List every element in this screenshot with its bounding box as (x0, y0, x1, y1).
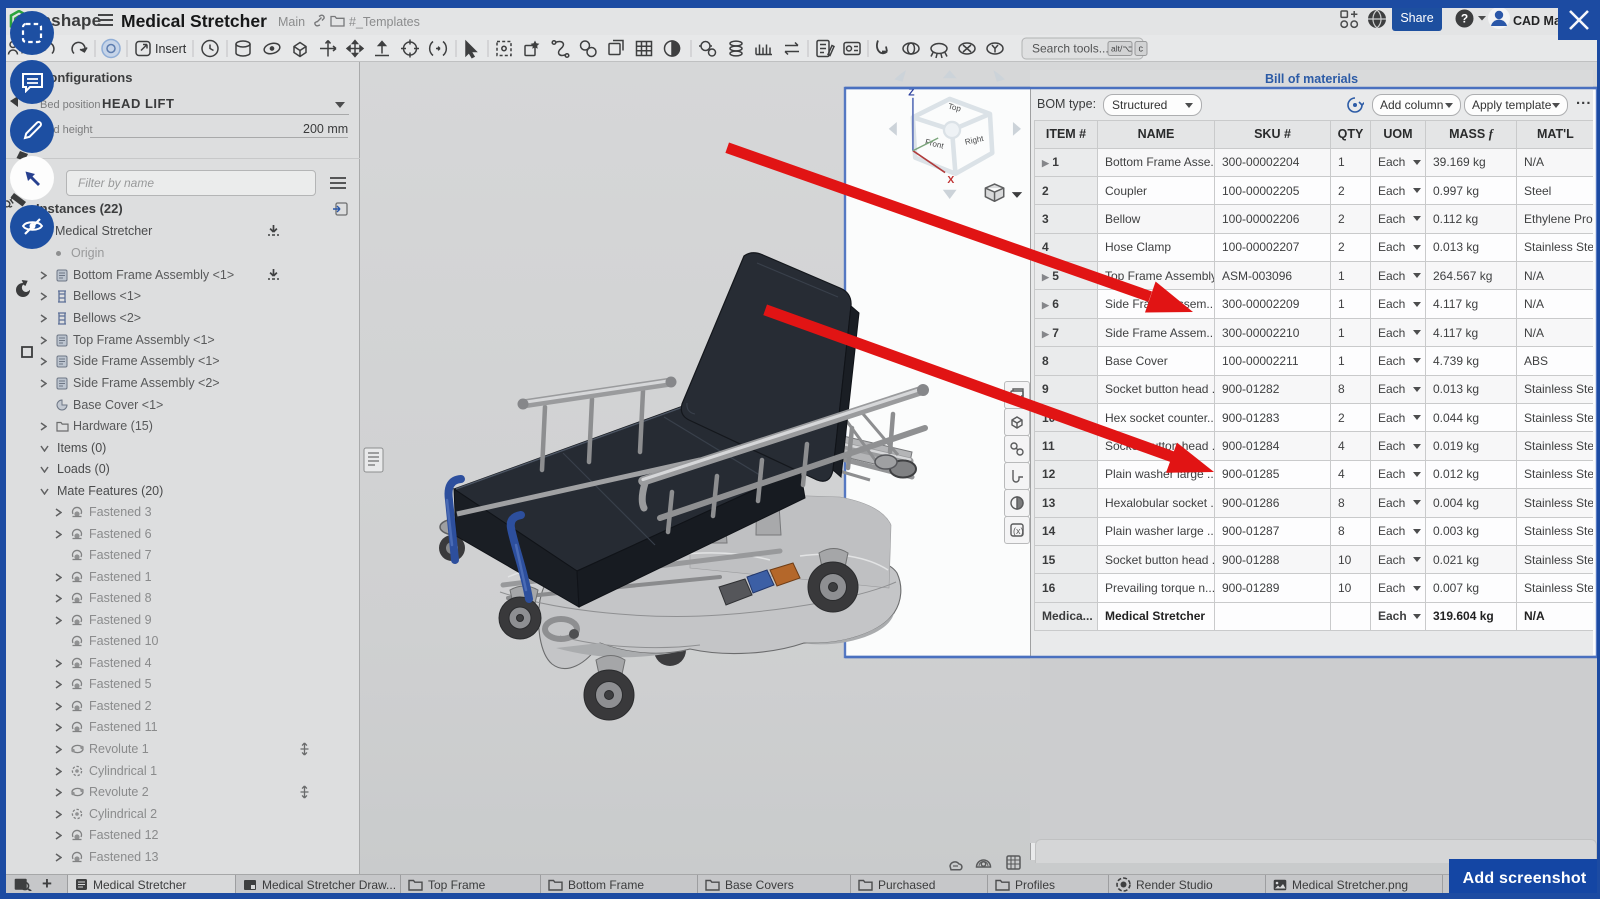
svg-text:c: c (1139, 44, 1144, 54)
svg-text:Z: Z (908, 88, 915, 99)
svg-text:?: ? (1461, 12, 1468, 26)
svg-text:(x): (x) (1013, 526, 1024, 536)
svg-text:X: X (947, 175, 954, 186)
svg-text:Search tools...: Search tools... (1032, 42, 1109, 56)
svg-text:alt/⌥: alt/⌥ (1111, 44, 1132, 54)
svg-text:Insert: Insert (155, 42, 187, 56)
